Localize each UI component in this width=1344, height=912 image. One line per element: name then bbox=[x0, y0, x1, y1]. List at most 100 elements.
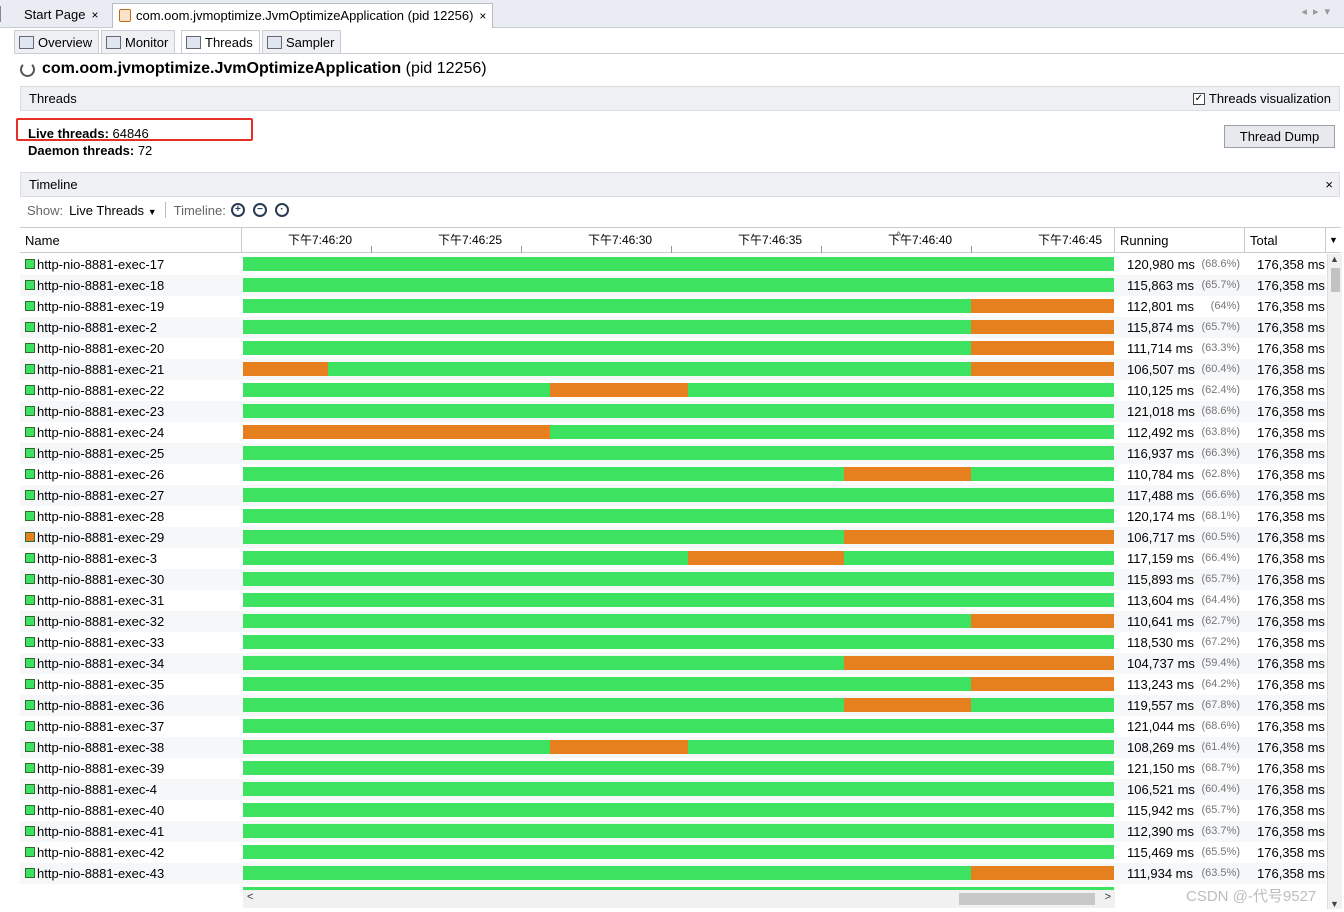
total-time: 176,358 ms bbox=[1257, 383, 1325, 398]
time-tick: 下午7:46:35 bbox=[738, 233, 803, 247]
thread-state-icon bbox=[25, 679, 35, 689]
table-row[interactable]: http-nio-8881-exec-36 119,557 ms (67.8%) 17… bbox=[20, 695, 1326, 716]
table-row[interactable]: http-nio-8881-exec-42 115,469 ms (65.5%) 17… bbox=[20, 842, 1326, 863]
table-row[interactable]: http-nio-8881-exec-43 111,934 ms (63.5%) 17… bbox=[20, 863, 1326, 884]
table-row[interactable]: http-nio-8881-exec-31 113,604 ms (64.4%) 17… bbox=[20, 590, 1326, 611]
running-time: 120,174 ms bbox=[1127, 509, 1195, 524]
timeline-segment-other bbox=[844, 467, 971, 481]
table-row[interactable]: http-nio-8881-exec-20 111,714 ms (63.3%) 17… bbox=[20, 338, 1326, 359]
scroll-right-icon[interactable]: > bbox=[1105, 891, 1111, 903]
table-row[interactable]: http-nio-8881-exec-29 106,717 ms (60.5%) 17… bbox=[20, 527, 1326, 548]
table-row[interactable]: http-nio-8881-exec-17 120,980 ms (68.6%) 17… bbox=[20, 254, 1326, 275]
close-icon[interactable]: × bbox=[91, 8, 98, 22]
thread-name: http-nio-8881-exec-20 bbox=[37, 341, 165, 356]
table-row[interactable]: http-nio-8881-exec-4 106,521 ms (60.4%) 176… bbox=[20, 779, 1326, 800]
column-chooser-icon[interactable]: ▼ bbox=[1326, 228, 1341, 253]
running-time: 106,717 ms bbox=[1127, 530, 1195, 545]
horizontal-scrollbar[interactable]: < > bbox=[243, 890, 1115, 908]
close-icon[interactable]: × bbox=[1325, 173, 1333, 196]
threads-visualization-toggle[interactable]: ✓ Threads visualization bbox=[1192, 87, 1331, 110]
tab-sampler[interactable]: Sampler bbox=[262, 30, 342, 54]
table-row[interactable]: http-nio-8881-exec-27 117,488 ms (66.6%) 17… bbox=[20, 485, 1326, 506]
running-percent: (65.7%) bbox=[1201, 804, 1240, 816]
thread-dump-button[interactable]: Thread Dump bbox=[1224, 125, 1335, 148]
tab-start-page[interactable]: Start Page × bbox=[18, 3, 104, 28]
thread-state-icon bbox=[25, 784, 35, 794]
time-tick: 下午7:46:20 bbox=[288, 233, 353, 247]
table-row[interactable]: http-nio-8881-exec-23 121,018 ms (68.6%) 17… bbox=[20, 401, 1326, 422]
total-time: 176,358 ms bbox=[1257, 761, 1325, 776]
running-percent: (68.6%) bbox=[1201, 258, 1240, 270]
running-time: 111,714 ms bbox=[1127, 341, 1194, 356]
timeline-segment-other bbox=[550, 383, 688, 397]
timeline-segment-other bbox=[243, 362, 328, 376]
app-name: com.oom.jvmoptimize.JvmOptimizeApplicati… bbox=[42, 60, 402, 77]
thread-table-body: http-nio-8881-exec-17 120,980 ms (68.6%) 17… bbox=[20, 254, 1326, 888]
thread-name: http-nio-8881-exec-36 bbox=[37, 698, 165, 713]
scrollbar-thumb[interactable] bbox=[959, 893, 1095, 905]
tab-monitor[interactable]: Monitor bbox=[101, 30, 176, 54]
thread-state-icon bbox=[25, 826, 35, 836]
running-time: 111,934 ms bbox=[1127, 866, 1194, 881]
tab-application[interactable]: com.oom.jvmoptimize.JvmOptimizeApplicati… bbox=[112, 3, 494, 28]
threads-visualization-label: Threads visualization bbox=[1208, 91, 1331, 106]
running-percent: (62.7%) bbox=[1201, 615, 1240, 627]
table-row[interactable]: http-nio-8881-exec-25 116,937 ms (66.3%) 17… bbox=[20, 443, 1326, 464]
column-name[interactable]: Name bbox=[20, 228, 242, 253]
thread-state-icon bbox=[25, 742, 35, 752]
scroll-up-icon[interactable]: ▲ bbox=[1330, 254, 1339, 264]
table-row[interactable]: http-nio-8881-exec-37 121,044 ms (68.6%) 17… bbox=[20, 716, 1326, 737]
total-time: 176,358 ms bbox=[1257, 299, 1325, 314]
thread-state-icon bbox=[25, 700, 35, 710]
table-row[interactable]: http-nio-8881-exec-32 110,641 ms (62.7%) 17… bbox=[20, 611, 1326, 632]
thread-name: http-nio-8881-exec-2 bbox=[37, 320, 157, 335]
checkbox-checked-icon[interactable]: ✓ bbox=[1192, 92, 1205, 105]
tab-overview[interactable]: Overview bbox=[14, 30, 100, 54]
table-row[interactable]: http-nio-8881-exec-33 118,530 ms (67.2%) 17… bbox=[20, 632, 1326, 653]
scroll-left-icon[interactable]: < bbox=[247, 891, 253, 903]
scrollbar-thumb[interactable] bbox=[1331, 268, 1340, 292]
table-row[interactable]: http-nio-8881-exec-40 115,942 ms (65.7%) 17… bbox=[20, 800, 1326, 821]
zoom-out-icon[interactable]: − bbox=[252, 203, 267, 217]
table-row[interactable]: http-nio-8881-exec-19 112,801 ms (64%) 176,… bbox=[20, 296, 1326, 317]
table-row[interactable]: http-nio-8881-exec-30 115,893 ms (65.7%) 17… bbox=[20, 569, 1326, 590]
table-row[interactable]: http-nio-8881-exec-28 120,174 ms (68.1%) 17… bbox=[20, 506, 1326, 527]
table-row[interactable]: http-nio-8881-exec-39 121,150 ms (68.7%) 17… bbox=[20, 758, 1326, 779]
table-row[interactable]: http-nio-8881-exec-34 104,737 ms (59.4%) 17… bbox=[20, 653, 1326, 674]
running-time: 121,018 ms bbox=[1127, 404, 1195, 419]
thread-name: http-nio-8881-exec-24 bbox=[37, 425, 165, 440]
table-row[interactable]: http-nio-8881-exec-22 110,125 ms (62.4%) 17… bbox=[20, 380, 1326, 401]
show-filter-dropdown[interactable]: Live Threads ▼ bbox=[69, 203, 156, 218]
table-row[interactable]: http-nio-8881-exec-24 112,492 ms (63.8%) 17… bbox=[20, 422, 1326, 443]
zoom-in-icon[interactable]: + bbox=[230, 203, 245, 217]
thread-timeline-bar bbox=[243, 467, 1114, 481]
scroll-down-icon[interactable]: ▼ bbox=[1330, 899, 1339, 909]
table-row[interactable]: http-nio-8881-exec-38 108,269 ms (61.4%) 17… bbox=[20, 737, 1326, 758]
table-row[interactable]: http-nio-8881-exec-35 113,243 ms (64.2%) 17… bbox=[20, 674, 1326, 695]
toolbar-separator bbox=[164, 202, 166, 218]
thread-name: http-nio-8881-exec-21 bbox=[37, 362, 165, 377]
table-row[interactable]: http-nio-8881-exec-41 112,390 ms (63.7%) 17… bbox=[20, 821, 1326, 842]
column-timeline[interactable]: ^ 下午7:46:20 下午7:46:25 下午7:46:30 下午7:46:3… bbox=[242, 228, 1115, 253]
vertical-scrollbar[interactable]: ▲ ▼ bbox=[1327, 254, 1342, 909]
close-icon[interactable]: × bbox=[479, 9, 486, 23]
thread-timeline-bar bbox=[243, 383, 1114, 397]
total-time: 176,358 ms bbox=[1257, 530, 1325, 545]
table-row[interactable]: http-nio-8881-exec-21 106,507 ms (60.4%) 17… bbox=[20, 359, 1326, 380]
thread-state-icon bbox=[25, 637, 35, 647]
chevron-down-icon: ▼ bbox=[147, 206, 157, 217]
watermark: CSDN @-代号9527 bbox=[1186, 888, 1317, 905]
column-running[interactable]: Running bbox=[1115, 228, 1245, 253]
running-time: 113,243 ms bbox=[1127, 677, 1194, 692]
table-row[interactable]: http-nio-8881-exec-2 115,874 ms (65.7%) 176… bbox=[20, 317, 1326, 338]
column-total[interactable]: Total bbox=[1245, 228, 1326, 253]
table-row[interactable]: http-nio-8881-exec-18 115,863 ms (65.7%) 17… bbox=[20, 275, 1326, 296]
time-tick: 下午7:46:40 bbox=[888, 233, 953, 247]
running-percent: (65.7%) bbox=[1201, 279, 1240, 291]
table-row[interactable]: http-nio-8881-exec-3 117,159 ms (66.4%) 176… bbox=[20, 548, 1326, 569]
tab-threads[interactable]: Threads bbox=[181, 30, 260, 54]
tab-scroll-arrows[interactable]: ◂▸▾ bbox=[1301, 5, 1336, 18]
zoom-fit-icon[interactable]: · bbox=[274, 203, 289, 217]
table-row[interactable]: http-nio-8881-exec-26 110,784 ms (62.8%) 17… bbox=[20, 464, 1326, 485]
running-time: 115,863 ms bbox=[1127, 278, 1194, 293]
